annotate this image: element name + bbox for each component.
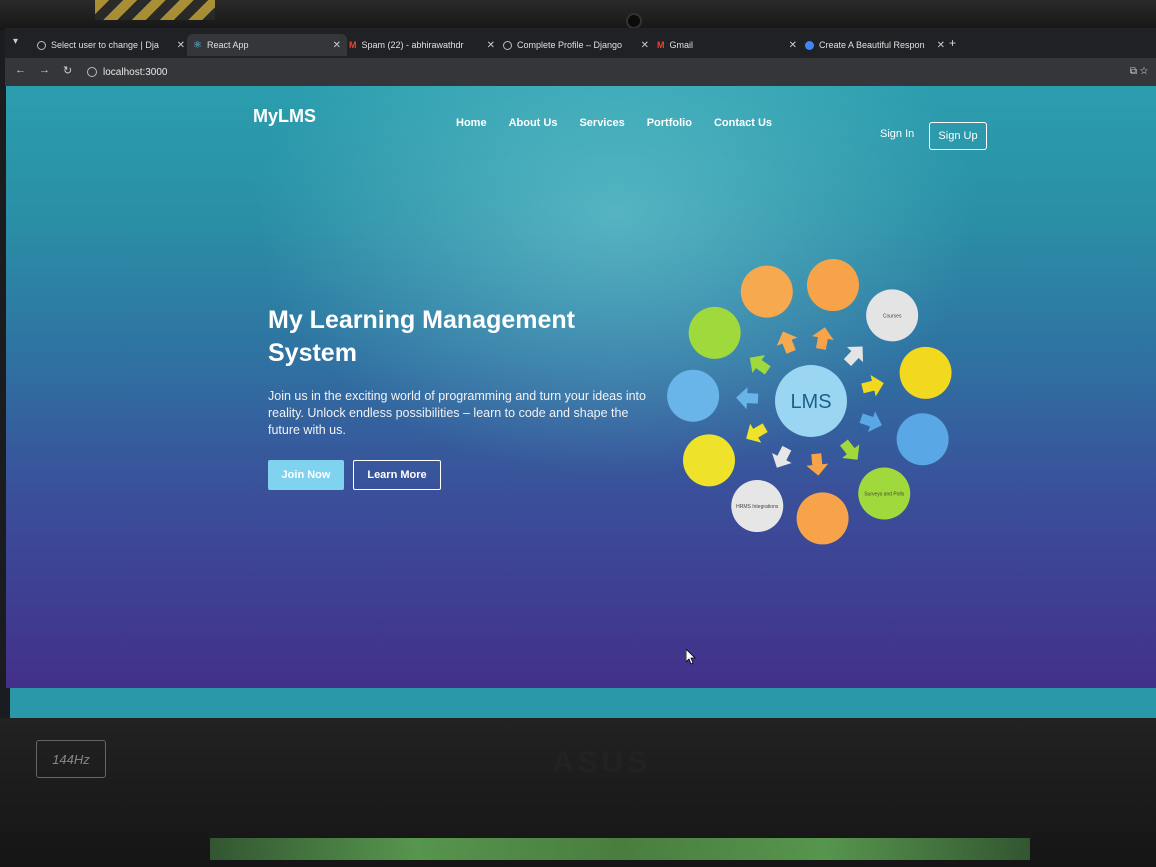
forward-icon[interactable]: → [39,64,50,76]
tab-react-app[interactable]: ⚛ React App ✕ [187,34,347,56]
tab-gmail[interactable]: M Gmail ✕ [651,34,803,56]
tab-title: Select user to change | Dja [51,40,159,50]
tab-title: Gmail [669,40,694,50]
diagram-node [667,369,720,422]
tab-title: Create A Beautiful Respon [819,40,925,50]
close-icon[interactable]: ✕ [177,40,185,51]
nav-portfolio[interactable]: Portfolio [647,117,692,129]
hero-description: Join us in the exciting world of program… [268,389,646,437]
diagram-arrow-icon [861,375,884,397]
diagram-arrow-icon [749,355,771,375]
diagram-arrow-icon [776,331,798,354]
hero-title: My Learning Management System [268,306,575,367]
close-icon[interactable]: ✕ [641,40,649,51]
diagram-node [688,306,741,359]
address-bar[interactable]: localhost:3000 [87,63,1117,81]
sign-in-link[interactable]: Sign In [880,128,914,140]
diagram-node [740,265,793,318]
react-icon: ⚛ [193,39,202,51]
diagram-arrow-icon [812,327,834,350]
diagram-node-label: HRMS Integrations [736,504,779,510]
url-text: localhost:3000 [103,66,168,78]
site-logo[interactable]: MyLMS [253,106,316,127]
globe-icon [37,40,46,50]
page-viewport: MyLMS Home About Us Services Portfolio C… [6,86,1156,688]
diagram-node-label: Courses [883,313,902,319]
tab-complete-profile[interactable]: Complete Profile – Django ✕ [497,34,655,56]
diagram-arrow-icon [806,453,829,476]
main-nav: Home About Us Services Portfolio Contact… [456,117,772,129]
nav-home[interactable]: Home [456,117,487,129]
diagram-arrow-icon [736,387,759,410]
sign-up-button[interactable]: Sign Up [929,122,987,150]
diagram-arrow-icon [859,411,882,433]
screen-bottom-edge [10,688,1156,718]
diagram-node [682,434,735,487]
tab-strip: ▾ Select user to change | Dja ✕ ⚛ React … [5,28,1156,58]
blue-circle-icon [805,40,814,50]
site-info-icon[interactable] [87,67,97,77]
tab-title: Spam (22) - abhirawathdr [361,40,464,50]
tab-create-beautiful[interactable]: Create A Beautiful Respon ✕ [799,34,951,56]
refresh-rate-badge: 144Hz [36,740,106,778]
tab-select-user[interactable]: Select user to change | Dja ✕ [31,34,191,56]
new-tab-icon[interactable]: + [949,36,956,50]
mouse-cursor-icon [686,649,696,665]
close-icon[interactable]: ✕ [333,40,341,51]
laptop-bezel-top [0,0,1156,30]
tab-title: React App [206,40,249,50]
join-now-button[interactable]: Join Now [268,460,344,490]
nav-services[interactable]: Services [579,117,624,129]
diagram-node-label: Surveys and Polls [864,492,905,498]
gmail-icon: M [349,40,357,50]
tab-search-icon[interactable]: ▾ [13,36,18,47]
learn-more-button[interactable]: Learn More [353,460,441,490]
gmail-icon: M [657,40,665,50]
lms-diagram: Courses Surveys and Polls HRMS Integration… [667,259,952,545]
laptop-logo: ASUS [552,746,652,779]
diagram-arrow-icon [772,445,792,468]
diagram-arrow-icon [843,346,864,366]
bookmark-star-icon[interactable]: ⧉ ☆ [1130,66,1148,77]
close-icon[interactable]: ✕ [937,40,945,51]
browser-chrome: ▾ Select user to change | Dja ✕ ⚛ React … [5,28,1156,86]
diagram-node [899,346,952,399]
diagram-arrow-icon [839,439,860,460]
diagram-node [796,492,849,545]
close-icon[interactable]: ✕ [789,40,797,51]
diagram-node [896,413,949,466]
bezel-sticker [95,0,215,20]
diagram-center-label: LMS [790,391,831,413]
reload-icon[interactable]: ↻ [63,64,72,77]
webcam-icon [626,13,642,29]
diagram-node [806,259,859,312]
back-icon[interactable]: ← [15,64,26,76]
close-icon[interactable]: ✕ [487,40,495,51]
tab-spam[interactable]: M Spam (22) - abhirawathdr ✕ [343,34,501,56]
tab-title: Complete Profile – Django [517,40,623,50]
toolbar: ← → ↻ localhost:3000 ⧉ ☆ [5,58,1156,86]
globe-icon [503,40,512,50]
nav-about-us[interactable]: About Us [509,117,558,129]
nav-contact-us[interactable]: Contact Us [714,117,772,129]
keyboard-backlight [210,838,1030,860]
diagram-arrow-icon [746,423,768,443]
